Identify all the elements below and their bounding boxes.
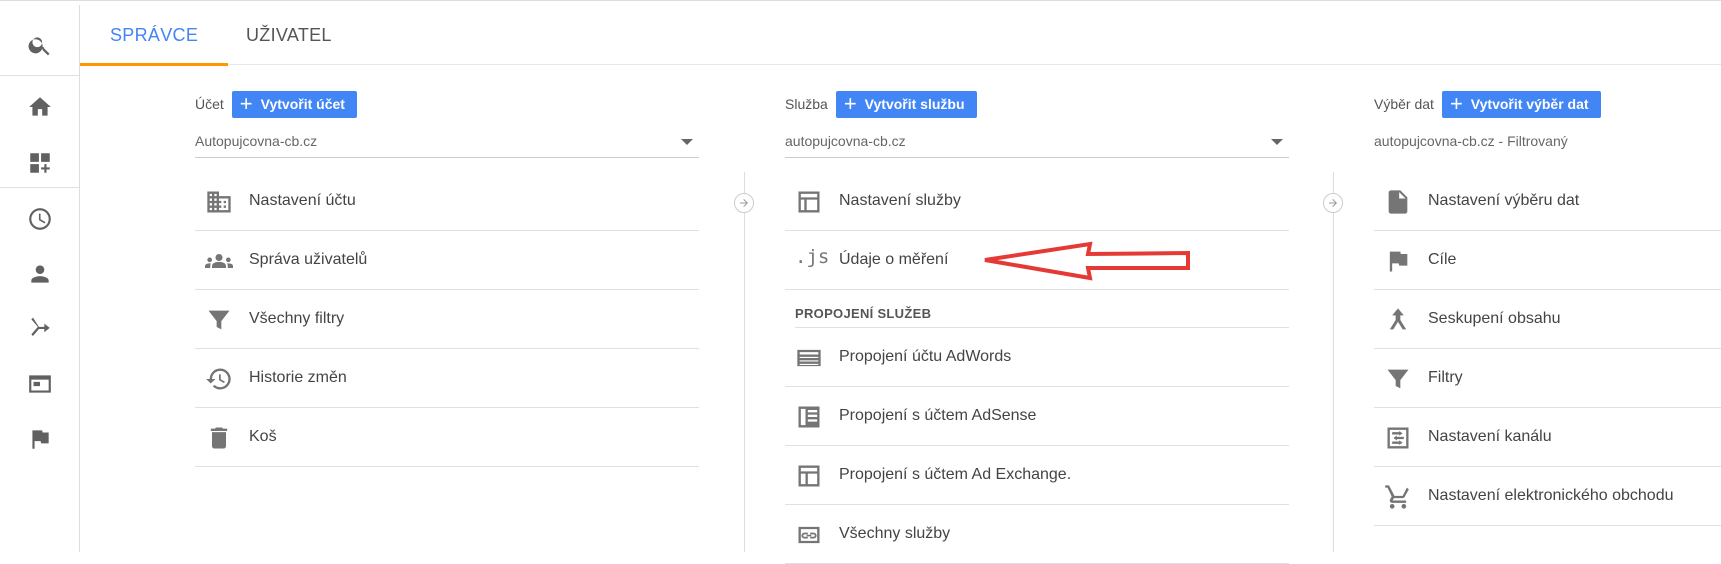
account-item-trash[interactable]: Koš: [195, 408, 699, 467]
account-list: Nastavení účtu Správa uživatelů Všechny …: [195, 172, 699, 467]
building-icon: [205, 188, 233, 216]
link-icon: [795, 521, 823, 549]
property-label: Služba: [785, 96, 828, 112]
channel-settings-icon: [1384, 424, 1412, 452]
people-icon: [205, 247, 233, 275]
adwords-icon: [795, 344, 823, 372]
view-item-ecommerce[interactable]: Nastavení elektronického obchodu: [1374, 467, 1721, 526]
dashboard-add-icon[interactable]: [0, 133, 80, 193]
view-item-channel-settings[interactable]: Nastavení kanálu: [1374, 408, 1721, 467]
flag-icon: [1384, 247, 1412, 275]
property-item-ad-exchange[interactable]: Propojení s účtem Ad Exchange.: [785, 446, 1289, 505]
property-item-adsense[interactable]: Propojení s účtem AdSense: [785, 387, 1289, 446]
home-icon[interactable]: [0, 77, 80, 137]
column-divider: [1333, 172, 1334, 552]
filter-icon: [205, 306, 233, 334]
plus-icon: +: [1449, 91, 1463, 116]
create-property-button[interactable]: + Vytvořit službu: [835, 90, 977, 118]
arrow-right-icon: [1323, 193, 1343, 213]
view-item-goals[interactable]: Cíle: [1374, 231, 1721, 290]
account-item-settings[interactable]: Nastavení účtu: [195, 172, 699, 231]
plus-icon: +: [843, 91, 857, 116]
property-item-adwords[interactable]: Propojení účtu AdWords: [785, 328, 1289, 387]
property-item-all-products[interactable]: Všechny služby: [785, 505, 1289, 564]
history-icon: [205, 365, 233, 393]
flag-icon[interactable]: [0, 409, 80, 469]
acquisition-icon[interactable]: [0, 299, 80, 359]
column-divider: [744, 172, 745, 552]
left-nav: [0, 5, 80, 552]
view-item-settings[interactable]: Nastavení výběru dat: [1374, 172, 1721, 231]
account-item-users[interactable]: Správa uživatelů: [195, 231, 699, 290]
document-icon: [1384, 188, 1412, 216]
property-item-settings[interactable]: Nastavení služby: [785, 172, 1289, 231]
account-header: Účet + Vytvořit účet: [195, 90, 357, 118]
account-item-history[interactable]: Historie změn: [195, 349, 699, 408]
view-selector[interactable]: autopujcovna-cb.cz - Filtrovaný: [1374, 130, 1721, 158]
dropdown-caret-icon: [681, 139, 693, 145]
cart-icon: [1384, 483, 1412, 511]
property-settings-icon: [795, 188, 823, 216]
dropdown-caret-icon: [1271, 139, 1283, 145]
account-selector[interactable]: Autopujcovna-cb.cz: [195, 130, 699, 158]
tab-admin[interactable]: SPRÁVCE: [79, 5, 229, 66]
admin-tabs: SPRÁVCE UŽIVATEL: [79, 5, 1721, 66]
annotation-red-arrow: [984, 241, 1190, 281]
create-view-button[interactable]: + Vytvořit výběr dat: [1441, 90, 1601, 118]
tab-user[interactable]: UŽIVATEL: [246, 5, 332, 65]
view-item-content-grouping[interactable]: Seskupení obsahu: [1374, 290, 1721, 349]
property-selector[interactable]: autopujcovna-cb.cz: [785, 130, 1289, 158]
property-links-section: PROPOJENÍ SLUŽEB: [795, 290, 1289, 328]
filter-icon: [1384, 365, 1412, 393]
view-item-filters[interactable]: Filtry: [1374, 349, 1721, 408]
property-list: Nastavení služby .js Údaje o měření PROP…: [785, 172, 1289, 564]
create-account-button[interactable]: + Vytvořit účet: [231, 90, 357, 118]
person-icon[interactable]: [0, 244, 80, 304]
behavior-icon[interactable]: [0, 354, 80, 414]
clock-icon[interactable]: [0, 189, 80, 249]
plus-icon: +: [239, 91, 253, 116]
ad-exchange-icon: [795, 462, 823, 490]
view-header: Výběr dat + Vytvořit výběr dat: [1374, 90, 1601, 118]
arrow-right-icon: [734, 193, 754, 213]
js-icon: .js: [795, 246, 830, 268]
view-list: Nastavení výběru dat Cíle Seskupení obsa…: [1374, 172, 1721, 526]
view-label: Výběr dat: [1374, 96, 1434, 112]
content-grouping-icon: [1384, 306, 1412, 334]
property-header: Služba + Vytvořit službu: [785, 90, 977, 118]
account-label: Účet: [195, 96, 224, 112]
adsense-icon: [795, 403, 823, 431]
trash-icon: [205, 424, 233, 452]
search-icon[interactable]: [0, 15, 80, 75]
account-item-filters[interactable]: Všechny filtry: [195, 290, 699, 349]
